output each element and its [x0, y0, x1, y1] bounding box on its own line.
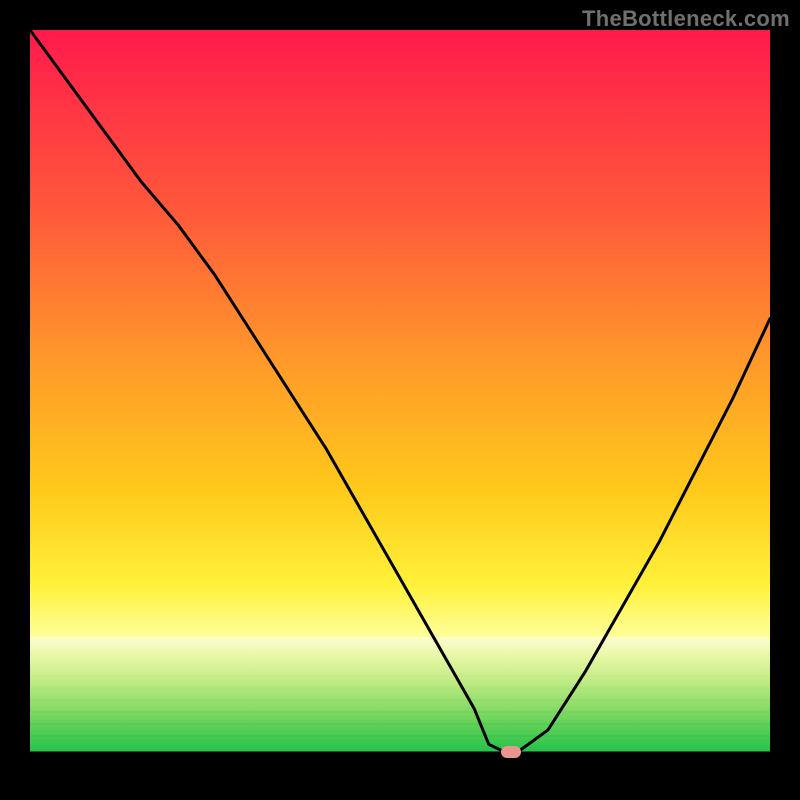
gradient-background: [30, 30, 770, 770]
chart-svg: [30, 30, 770, 770]
plot-area: [30, 30, 770, 770]
chart-container: TheBottleneck.com: [0, 0, 800, 800]
optimum-marker: [501, 746, 521, 758]
watermark-text: TheBottleneck.com: [582, 6, 790, 32]
